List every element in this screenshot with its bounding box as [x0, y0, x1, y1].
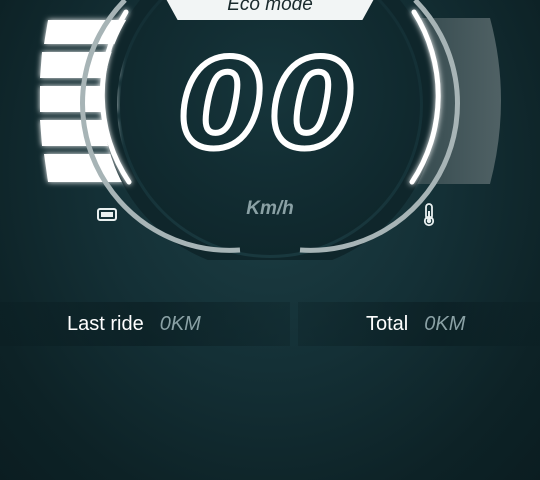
- speedometer-dashboard: Eco mode 00 Km/h: [0, 0, 540, 260]
- mode-label: Eco mode: [227, 0, 313, 15]
- total-value: 0KM: [424, 312, 466, 335]
- mode-indicator[interactable]: Eco mode: [160, 0, 380, 20]
- total-label: Total: [366, 312, 409, 335]
- speed-unit: Km/h: [246, 198, 294, 219]
- total-panel: Total 0KM: [298, 302, 540, 346]
- battery-icon: [97, 208, 117, 221]
- speed-readout: 00: [176, 40, 358, 170]
- last-ride-label: Last ride: [67, 312, 144, 335]
- last-ride-value: 0KM: [159, 312, 201, 335]
- last-ride-panel: Last ride 0KM: [0, 302, 290, 346]
- speed-value: 00: [176, 34, 361, 176]
- thermometer-icon: [423, 203, 435, 227]
